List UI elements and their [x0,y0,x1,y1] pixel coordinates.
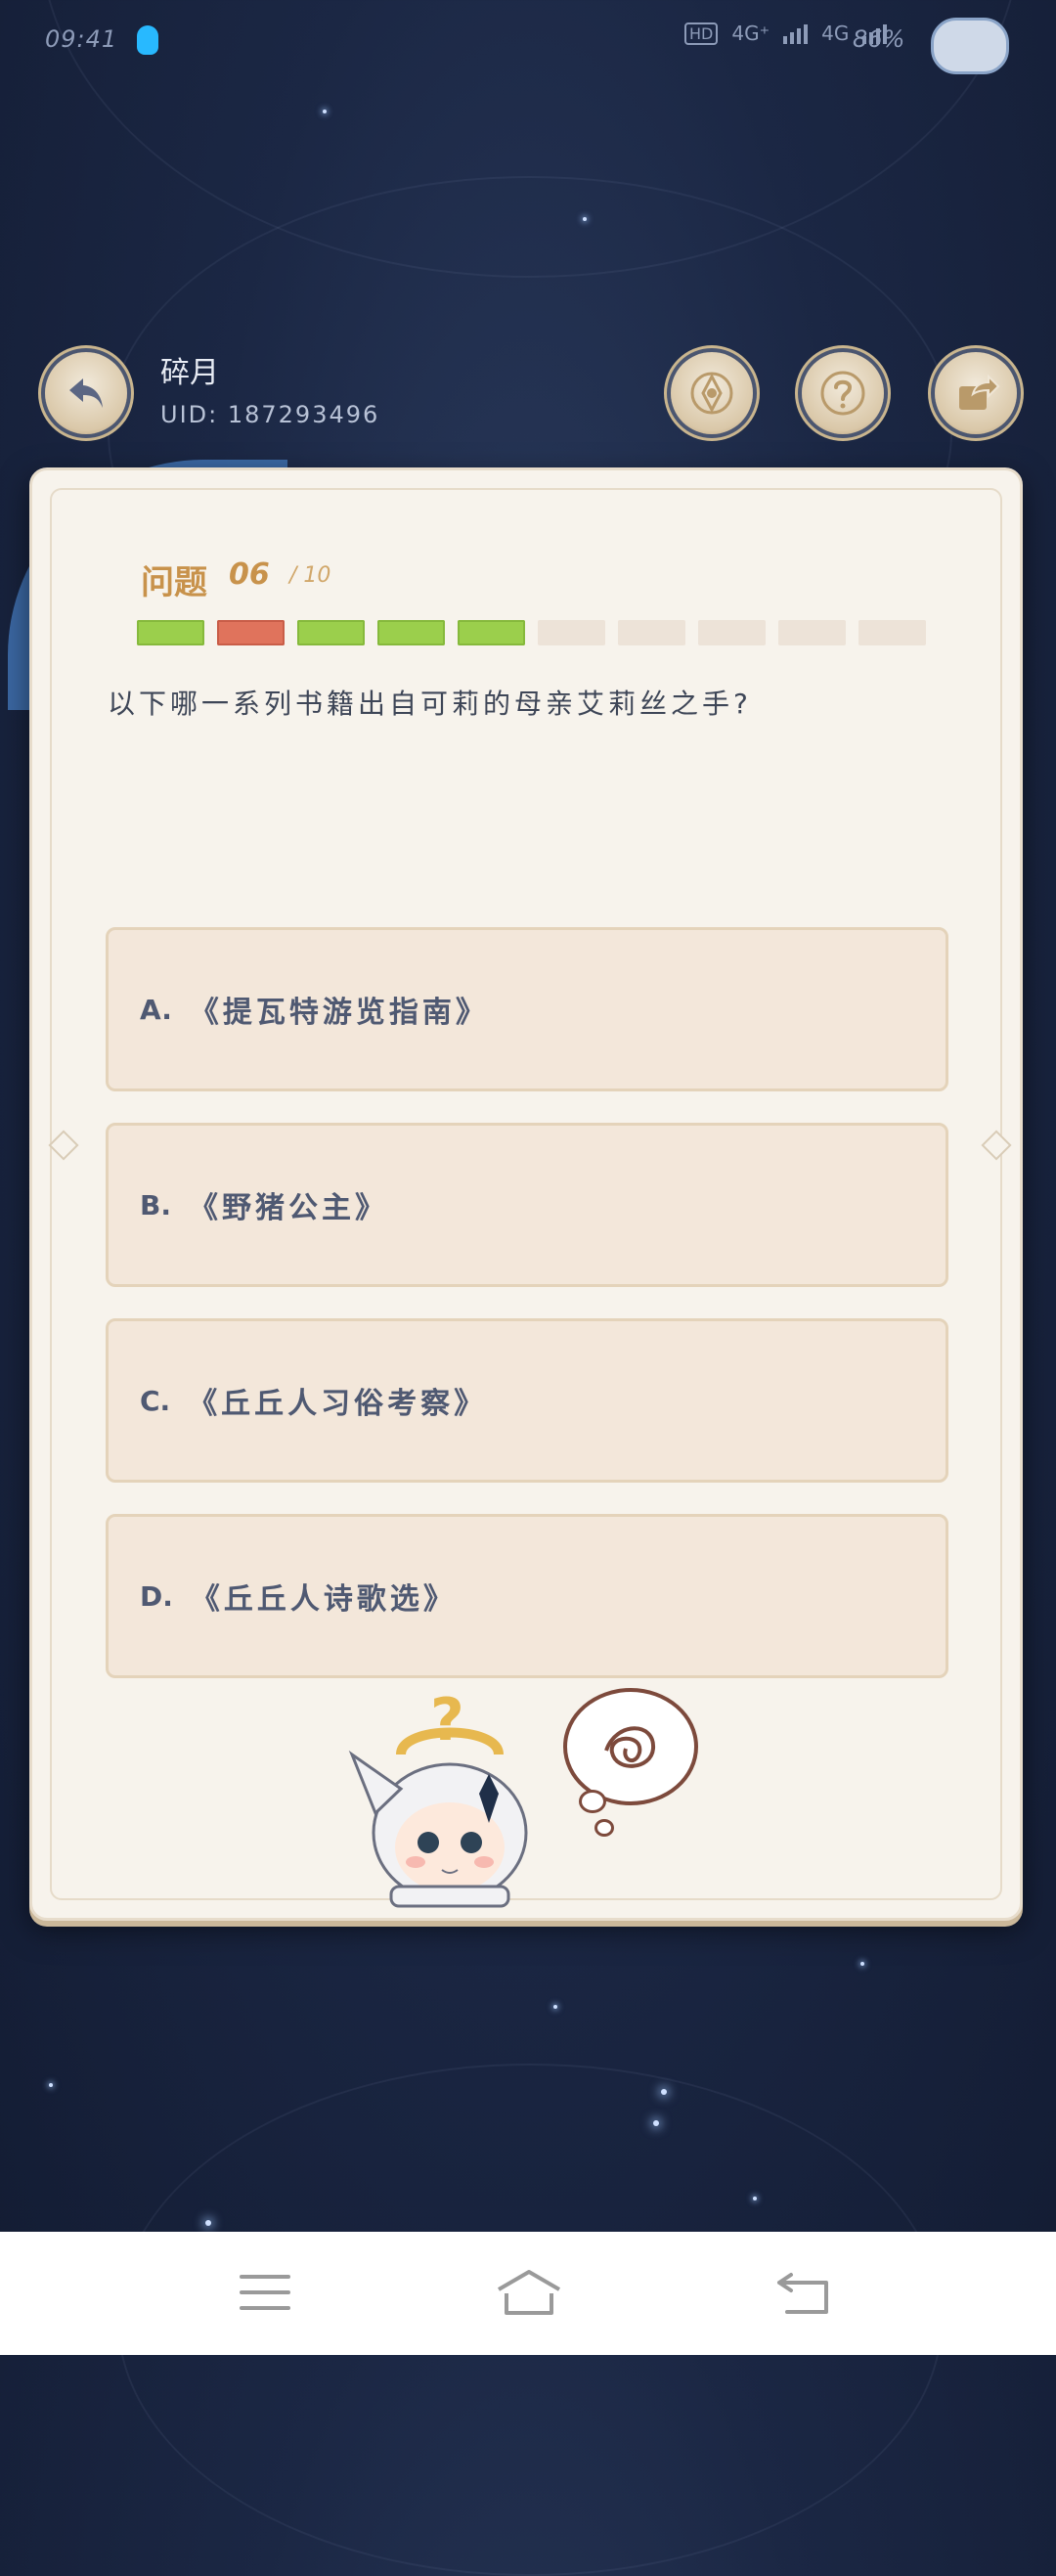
username: 碎月 [160,356,219,390]
progress-segment-1 [137,620,204,645]
option-d-button[interactable]: D. 《丘丘人诗歌选》 [106,1514,948,1678]
progress-segment-8 [698,620,766,645]
option-a-button[interactable]: A. 《提瓦特游览指南》 [106,927,948,1091]
svg-text:?: ? [430,1686,464,1754]
star [49,2083,53,2087]
menu-icon [240,2275,290,2310]
thought-bubble [563,1688,698,1805]
share-button[interactable] [935,352,1017,434]
mascot-paimon-icon: ? [348,1686,528,1908]
quiz-progress-bar [137,620,926,645]
signal-icon [783,22,809,44]
back-arrow-icon [69,378,103,408]
star [323,110,327,113]
star [553,2005,557,2009]
network-label-2: 4G [821,22,850,45]
option-text: 《野猪公主》 [188,1191,388,1225]
help-button[interactable] [802,352,884,434]
star [583,217,587,221]
option-text: 《丘丘人习俗考察》 [188,1387,488,1421]
star [661,2089,667,2095]
share-icon [959,374,1000,410]
question-mark-icon [820,371,865,416]
progress-segment-9 [778,620,846,645]
nav-menu-button[interactable] [221,2261,309,2324]
battery-level: 86% [853,25,905,53]
star [205,2220,211,2226]
back-icon [777,2273,828,2314]
user-uid: UID: 187293496 [160,401,380,428]
option-letter: C. [140,1384,171,1417]
settings-button[interactable] [671,352,753,434]
question-total: / 10 [289,563,331,588]
progress-segment-7 [618,620,685,645]
progress-segment-3 [297,620,365,645]
option-text: 《丘丘人诗歌选》 [190,1582,457,1617]
progress-segment-5 [458,620,525,645]
notification-icon [137,25,158,55]
thought-bubble-dot [579,1790,606,1813]
status-avatar-icon [931,18,1009,74]
option-b-button[interactable]: B. 《野猪公主》 [106,1123,948,1287]
hd-icon: HD [684,22,719,45]
thought-bubble-dot [594,1819,614,1837]
compass-settings-icon [690,372,733,415]
star [653,2120,659,2126]
progress-segment-10 [858,620,926,645]
nav-back-button[interactable] [761,2261,849,2324]
status-bar: 09:41 HD 4G⁺ 4G 86% [0,0,1056,78]
network-label-1: 4G⁺ [731,22,770,45]
question-label: 问题 [141,563,207,602]
status-time: 09:41 [45,25,118,53]
option-c-button[interactable]: C. 《丘丘人习俗考察》 [106,1318,948,1483]
star [753,2197,757,2200]
scribble-icon [604,1726,656,1768]
back-button[interactable] [45,352,127,434]
option-letter: D. [140,1579,173,1613]
option-letter: A. [140,993,172,1026]
star [860,1962,864,1966]
home-icon [497,2270,561,2315]
option-letter: B. [140,1188,171,1221]
progress-segment-2 [217,620,285,645]
question-number: 06 [229,557,270,592]
progress-segment-4 [377,620,445,645]
system-nav-bar [0,2232,1056,2355]
progress-segment-6 [538,620,605,645]
nav-home-button[interactable] [485,2261,573,2324]
option-text: 《提瓦特游览指南》 [189,996,489,1030]
question-text: 以下哪一系列书籍出自可莉的母亲艾莉丝之手? [108,688,752,720]
